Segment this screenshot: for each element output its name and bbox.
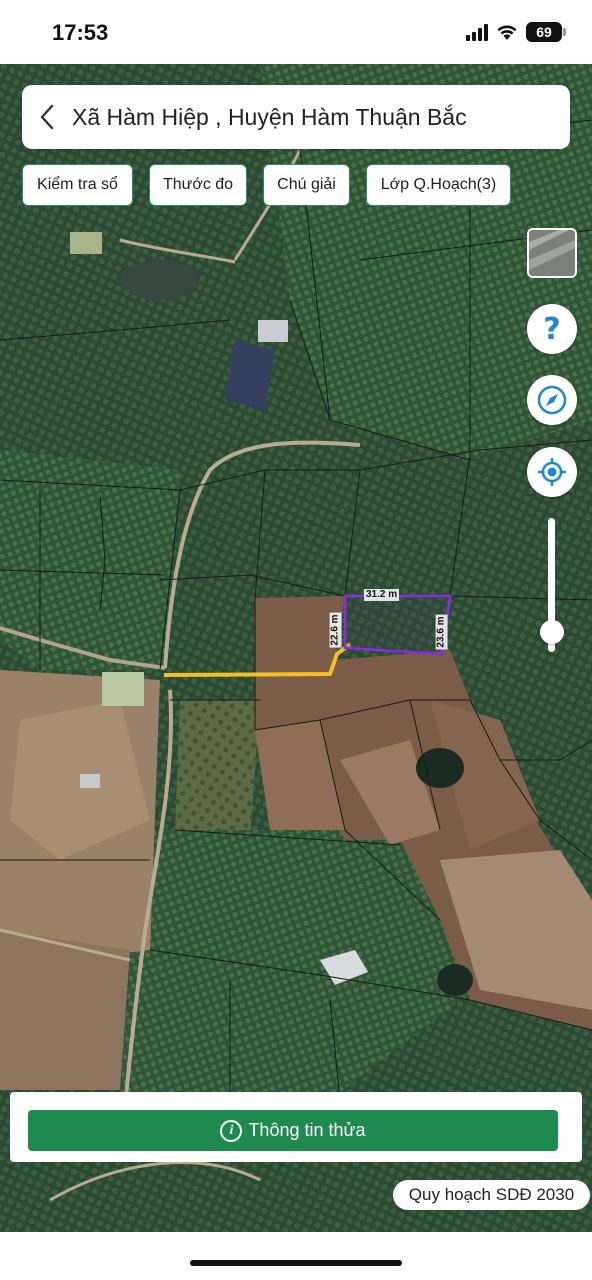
status-time: 17:53 <box>52 20 109 45</box>
map-imagery <box>0 64 592 1232</box>
zoom-slider-knob[interactable] <box>540 619 564 644</box>
satellite-map[interactable]: 31.2 m 22.6 m 23.6 m <box>0 64 592 1232</box>
bottom-panel: i Thông tin thửa <box>10 1092 582 1162</box>
legend-button[interactable]: Chú giải <box>263 164 350 206</box>
parcel-left-side-label: 22.6 m <box>329 612 342 648</box>
battery-icon: 69 <box>526 22 566 42</box>
compass-button[interactable] <box>527 375 577 425</box>
home-area <box>0 1232 592 1280</box>
crosshair-location-icon <box>538 458 566 486</box>
parcel-info-label: Thông tin thửa <box>248 1120 366 1140</box>
location-title: Xã Hàm Hiệp , Huyện Hàm Thuận Bắc <box>72 103 467 130</box>
satellite-layer-icon <box>529 230 575 276</box>
home-indicator[interactable] <box>190 1260 402 1266</box>
status-icons: 69 <box>466 20 566 44</box>
parcel-right-side-label: 23.6 m <box>435 614 448 650</box>
compass-icon <box>537 385 567 415</box>
status-bar: 17:53 69 <box>0 0 592 64</box>
map-layer-toggle[interactable] <box>527 228 577 278</box>
help-button[interactable]: ? <box>527 304 577 354</box>
info-icon: i <box>220 1119 243 1142</box>
planning-layer-button[interactable]: Lớp Q.Hoạch(3) <box>366 164 511 206</box>
wifi-icon <box>496 23 518 41</box>
ruler-button[interactable]: Thước đo <box>149 164 247 206</box>
parcel-info-button[interactable]: i Thông tin thửa <box>28 1110 558 1151</box>
planning-year-badge[interactable]: Quy hoạch SDĐ 2030 <box>393 1180 590 1210</box>
location-header: Xã Hàm Hiệp , Huyện Hàm Thuận Bắc <box>22 85 570 149</box>
help-icon: ? <box>543 311 561 347</box>
selected-parcel-outline <box>343 594 452 656</box>
cellular-signal-icon <box>466 23 488 41</box>
my-location-button[interactable] <box>527 447 577 497</box>
parcel-width-label: 31.2 m <box>364 589 400 601</box>
check-book-button[interactable]: Kiểm tra sổ <box>22 164 133 206</box>
back-arrow-icon[interactable] <box>22 85 72 149</box>
